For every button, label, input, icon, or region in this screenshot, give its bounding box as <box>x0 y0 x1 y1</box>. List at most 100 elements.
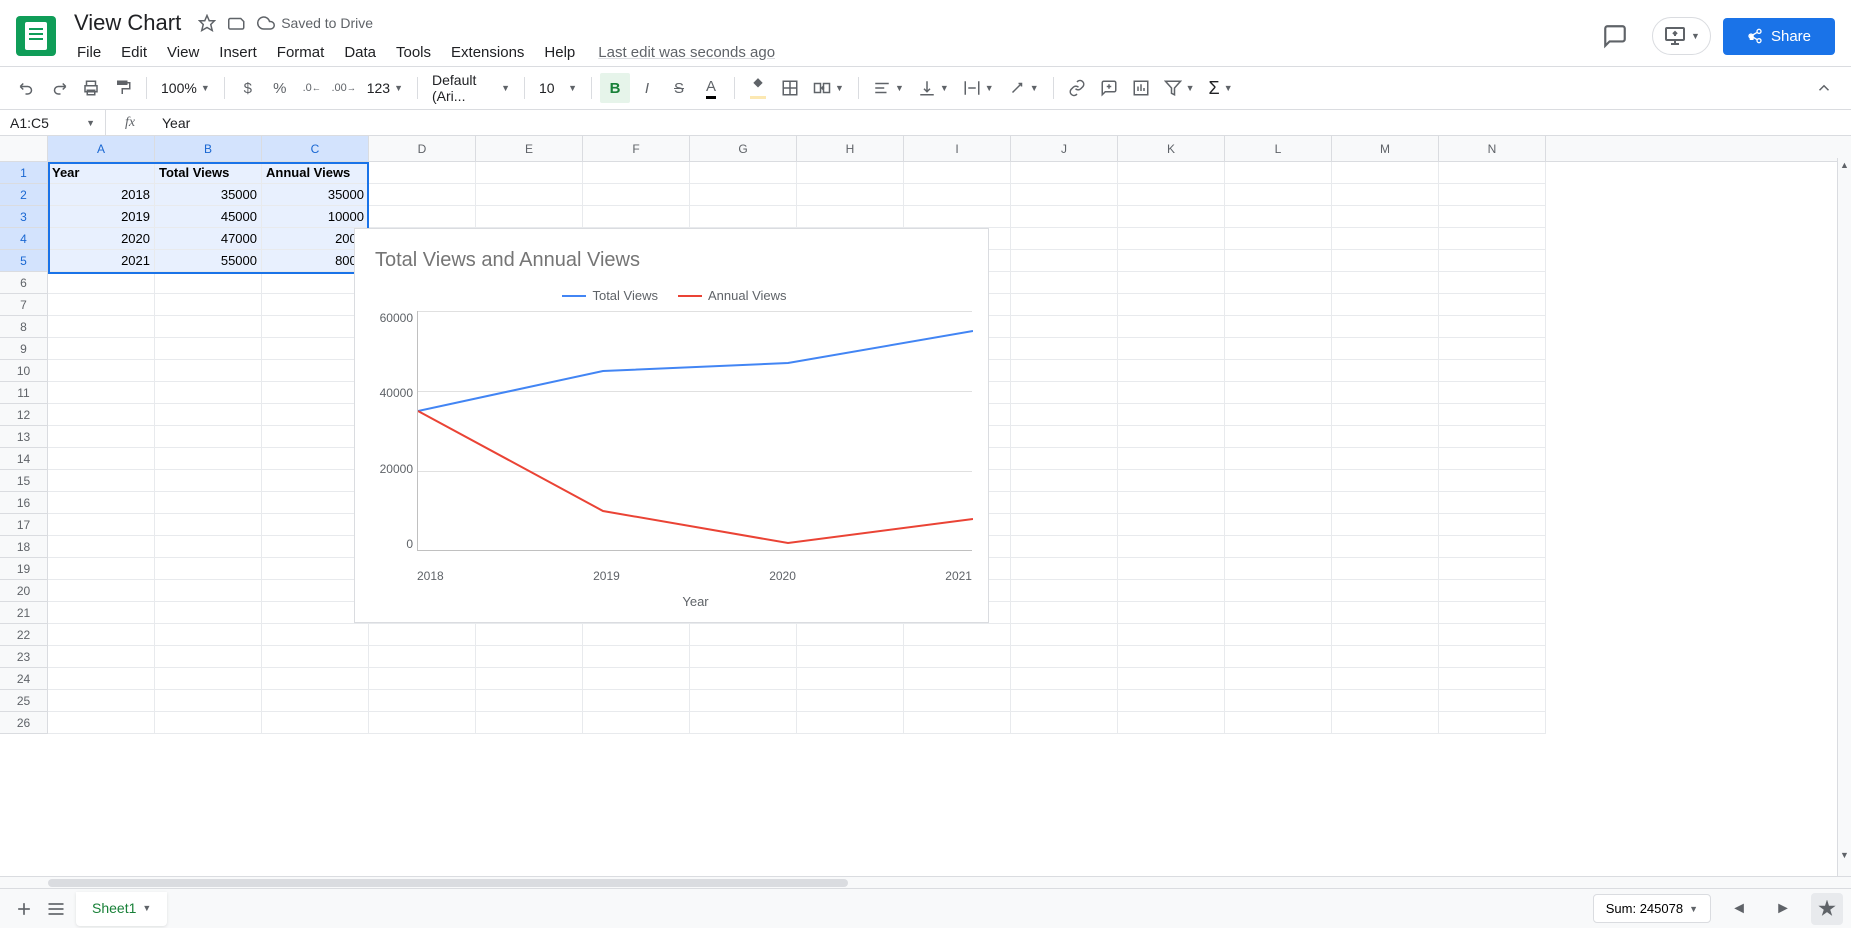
cell[interactable] <box>1225 426 1332 448</box>
cell[interactable] <box>48 382 155 404</box>
cell[interactable] <box>48 646 155 668</box>
cell[interactable] <box>48 580 155 602</box>
cell[interactable] <box>1439 206 1546 228</box>
cell[interactable] <box>1332 558 1439 580</box>
cell[interactable] <box>1011 272 1118 294</box>
cell[interactable] <box>262 602 369 624</box>
merge-cells-button[interactable]: ▼ <box>807 75 850 101</box>
cell[interactable] <box>583 624 690 646</box>
cell[interactable] <box>1011 580 1118 602</box>
cell[interactable] <box>1118 580 1225 602</box>
cell[interactable] <box>1332 184 1439 206</box>
cell[interactable] <box>155 558 262 580</box>
cell[interactable] <box>48 624 155 646</box>
cell[interactable] <box>797 206 904 228</box>
cell[interactable] <box>1225 382 1332 404</box>
cell[interactable] <box>690 690 797 712</box>
cell[interactable] <box>48 360 155 382</box>
row-header[interactable]: 21 <box>0 602 48 624</box>
col-header-f[interactable]: F <box>583 136 690 161</box>
cell[interactable] <box>1118 206 1225 228</box>
select-all-corner[interactable] <box>0 136 48 161</box>
row-header[interactable]: 15 <box>0 470 48 492</box>
cell[interactable] <box>1225 360 1332 382</box>
cell[interactable] <box>1332 580 1439 602</box>
cell[interactable] <box>1118 316 1225 338</box>
cell[interactable]: 47000 <box>155 228 262 250</box>
cell[interactable] <box>904 206 1011 228</box>
cell[interactable] <box>1011 492 1118 514</box>
cell[interactable] <box>1439 162 1546 184</box>
cell[interactable] <box>48 492 155 514</box>
text-wrap-button[interactable]: ▼ <box>957 75 1000 101</box>
cell[interactable] <box>1332 294 1439 316</box>
cell[interactable] <box>476 646 583 668</box>
cell[interactable] <box>1011 448 1118 470</box>
cell[interactable] <box>155 426 262 448</box>
cell[interactable] <box>1118 338 1225 360</box>
cell[interactable] <box>1118 492 1225 514</box>
cell[interactable] <box>1225 184 1332 206</box>
cell[interactable] <box>48 712 155 734</box>
cell[interactable] <box>369 712 476 734</box>
cell[interactable] <box>1332 470 1439 492</box>
cell[interactable] <box>583 162 690 184</box>
cell[interactable] <box>690 162 797 184</box>
menu-view[interactable]: View <box>158 40 208 65</box>
cell[interactable] <box>155 514 262 536</box>
cell[interactable] <box>262 382 369 404</box>
cell[interactable] <box>48 536 155 558</box>
cell[interactable] <box>1332 250 1439 272</box>
cell[interactable] <box>262 492 369 514</box>
col-header-k[interactable]: K <box>1118 136 1225 161</box>
row-header[interactable]: 16 <box>0 492 48 514</box>
cell[interactable] <box>155 448 262 470</box>
cell[interactable] <box>476 184 583 206</box>
cell[interactable] <box>262 294 369 316</box>
cell[interactable] <box>1225 272 1332 294</box>
cell[interactable] <box>690 712 797 734</box>
cell[interactable] <box>262 558 369 580</box>
functions-button[interactable]: Σ▼ <box>1203 74 1239 103</box>
cell[interactable] <box>155 316 262 338</box>
cell[interactable] <box>1439 646 1546 668</box>
cell[interactable] <box>1225 228 1332 250</box>
menu-data[interactable]: Data <box>335 40 385 65</box>
cell[interactable] <box>1225 294 1332 316</box>
cell[interactable] <box>155 580 262 602</box>
sheets-logo[interactable] <box>16 16 56 56</box>
cell[interactable] <box>797 162 904 184</box>
scroll-up-icon[interactable]: ▲ <box>1838 158 1851 172</box>
cell[interactable]: 2020 <box>48 228 155 250</box>
cell[interactable] <box>904 690 1011 712</box>
cell[interactable] <box>583 668 690 690</box>
cell[interactable] <box>476 162 583 184</box>
cell[interactable] <box>690 646 797 668</box>
menu-insert[interactable]: Insert <box>210 40 266 65</box>
percent-button[interactable]: % <box>265 73 295 103</box>
cell[interactable] <box>369 206 476 228</box>
cell[interactable] <box>262 360 369 382</box>
col-header-l[interactable]: L <box>1225 136 1332 161</box>
cell[interactable] <box>48 426 155 448</box>
cell[interactable] <box>1439 580 1546 602</box>
col-header-d[interactable]: D <box>369 136 476 161</box>
cell[interactable] <box>262 338 369 360</box>
insert-chart-button[interactable] <box>1126 73 1156 103</box>
insert-comment-button[interactable] <box>1094 73 1124 103</box>
cell[interactable] <box>1011 624 1118 646</box>
cell[interactable] <box>1225 580 1332 602</box>
explore-button[interactable] <box>1811 893 1843 925</box>
decrease-decimal-button[interactable]: .0← <box>297 73 327 103</box>
cell[interactable] <box>262 272 369 294</box>
insert-link-button[interactable] <box>1062 73 1092 103</box>
cell[interactable] <box>476 690 583 712</box>
text-color-button[interactable]: A <box>696 73 726 103</box>
paint-format-button[interactable] <box>108 73 138 103</box>
cell[interactable] <box>1332 712 1439 734</box>
vertical-align-button[interactable]: ▼ <box>912 75 955 101</box>
cell[interactable] <box>262 514 369 536</box>
col-header-b[interactable]: B <box>155 136 262 161</box>
cell[interactable] <box>904 668 1011 690</box>
cell[interactable] <box>1011 382 1118 404</box>
